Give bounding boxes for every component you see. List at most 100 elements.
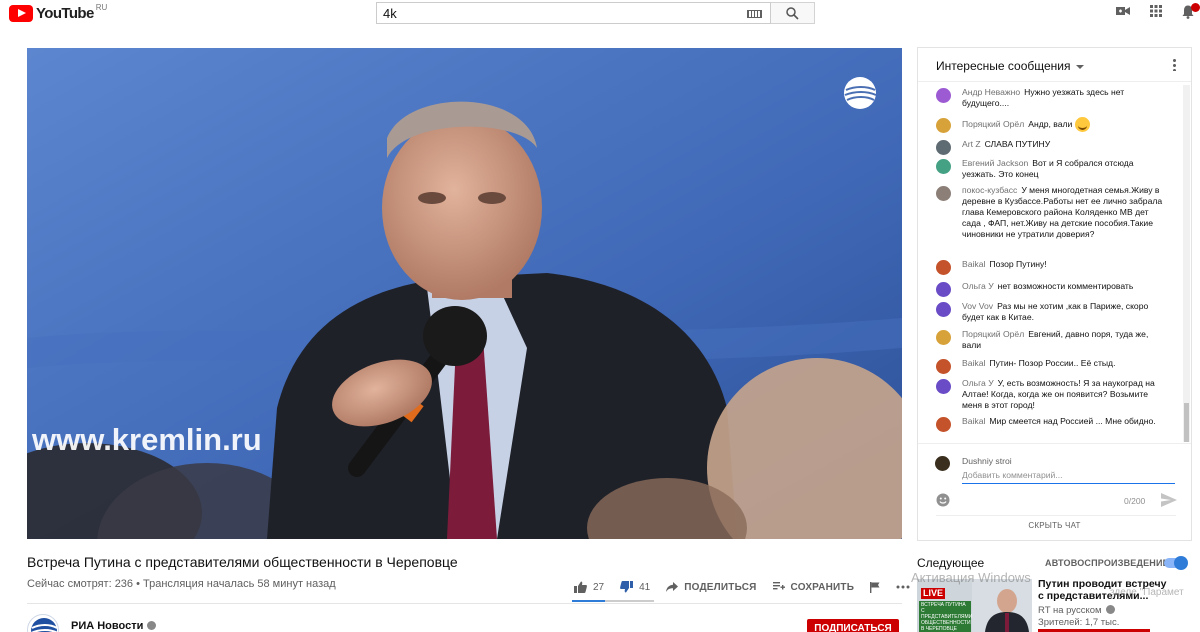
sentiment-bar-likes	[572, 600, 605, 602]
emoji-picker-icon[interactable]	[936, 493, 950, 507]
chat-author[interactable]: Поряцкий Орёл	[962, 119, 1024, 129]
chat-author[interactable]: Baikal	[962, 416, 985, 426]
video-player[interactable]: www.kremlin.ru	[27, 48, 902, 539]
up-next-channel-name: RT на русском	[1038, 605, 1102, 616]
chat-mode-label: Интересные сообщения	[936, 59, 1071, 73]
channel-name[interactable]: РИА Новости	[71, 620, 157, 632]
share-label: Поделиться	[684, 581, 757, 593]
chat-message: Ольга У У, есть возможность! Я за наукогр…	[936, 378, 1164, 411]
chat-scrollbar[interactable]	[1183, 85, 1190, 442]
live-chat: Интересные сообщения Андр Неважно Нужно у…	[917, 47, 1192, 541]
current-user-avatar	[935, 456, 950, 471]
grinning-emoji-icon	[1074, 117, 1090, 132]
chat-author[interactable]: Ольга У	[962, 281, 994, 291]
author-avatar	[936, 140, 951, 155]
video-frame: www.kremlin.ru	[27, 48, 902, 539]
autoplay-toggle-knob	[1174, 556, 1188, 570]
live-badge: LIVE	[921, 588, 946, 599]
windows-activation-watermark: Активация Windows	[911, 570, 1031, 585]
up-next-heading: Следующее	[917, 556, 985, 570]
youtube-logo-icon	[9, 5, 33, 22]
logo-text: YouTube	[36, 5, 94, 22]
chevron-down-icon	[1075, 64, 1084, 69]
video-meta: Сейчас смотрят: 236 • Трансляция началас…	[27, 578, 336, 590]
dislike-button[interactable]: 41	[620, 581, 650, 593]
masthead: YouTube RU 4k	[0, 0, 1200, 28]
chat-scrollbar-thumb[interactable]	[1184, 403, 1189, 442]
kremlin-watermark: www.kremlin.ru	[31, 422, 262, 457]
keyboard-icon[interactable]	[747, 10, 762, 18]
chat-author[interactable]: покос-кузбасс	[962, 185, 1017, 195]
char-counter: 0/200	[1124, 496, 1146, 506]
chat-text: СЛАВА ПУТИНУ	[984, 139, 1051, 149]
chat-text: Позор Путину!	[989, 259, 1047, 269]
author-avatar	[936, 260, 951, 275]
video-actions: 27 41 Поделиться Сохранить	[574, 577, 926, 597]
chat-text: Андр, вали	[1028, 118, 1073, 129]
chat-message: Поряцкий Орёл Евгений, давно поря, туда ж…	[936, 329, 1164, 351]
author-avatar	[936, 88, 951, 103]
chat-message-input[interactable]: Добавить комментарий...	[962, 470, 1175, 484]
youtube-logo[interactable]: YouTube RU	[9, 3, 108, 22]
verified-icon	[147, 621, 157, 630]
more-horizontal-icon	[896, 585, 910, 589]
chat-message: Art Z СЛАВА ПУТИНУ	[936, 139, 1164, 155]
chat-message: Baikal Позор Путину!	[936, 259, 1164, 275]
chat-messages[interactable]: Андр Неважно Нужно уезжать здесь нет буду…	[918, 85, 1181, 442]
search-button[interactable]	[771, 2, 815, 24]
up-next-thumbnail[interactable]: LIVE ВСТРЕЧА ПУТИНА С ПРЕДСТАВИТЕЛЯМИ ОБ…	[917, 579, 1032, 632]
chat-header: Интересные сообщения	[918, 48, 1191, 82]
chat-message: Baikal Путин- Позор России.. Её стыд.	[936, 358, 1164, 374]
chat-author[interactable]: Ольга У	[962, 378, 994, 388]
chat-text: Путин- Позор России.. Её стыд.	[989, 358, 1116, 368]
chat-author[interactable]: Baikal	[962, 358, 985, 368]
chat-menu-icon[interactable]	[1173, 58, 1176, 71]
save-button[interactable]: Сохранить	[772, 581, 855, 593]
hide-chat-button[interactable]: Скрыть чат	[918, 521, 1191, 530]
notification-count-badge	[1191, 3, 1200, 12]
author-avatar	[936, 282, 951, 297]
chat-message: Поряцкий Орёл Андр, вали	[936, 117, 1164, 133]
author-avatar	[936, 330, 951, 345]
author-avatar	[936, 359, 951, 374]
chat-message: Андр Неважно Нужно уезжать здесь нет буду…	[936, 87, 1164, 109]
windows-activation-watermark-hint: зделе "Парамет	[1110, 587, 1184, 598]
save-label: Сохранить	[790, 581, 855, 593]
author-avatar	[936, 417, 951, 432]
channel-avatar[interactable]	[27, 614, 59, 632]
chat-author[interactable]: Евгений Jackson	[962, 158, 1028, 168]
chat-author[interactable]: Vov Vov	[962, 301, 993, 311]
apps-grid-icon[interactable]	[1150, 5, 1162, 17]
chat-author[interactable]: Поряцкий Орёл	[962, 329, 1024, 339]
author-avatar	[936, 186, 951, 201]
subscribe-button[interactable]: Подписаться	[807, 619, 899, 632]
author-avatar	[936, 118, 951, 133]
playlist-add-icon	[772, 582, 785, 590]
like-count: 27	[593, 581, 605, 593]
chat-message: Vov Vov Раз мы не хотим ,как в Париже, ск…	[936, 301, 1164, 323]
send-icon[interactable]	[1161, 493, 1177, 507]
divider	[936, 515, 1176, 516]
more-actions-button[interactable]	[896, 585, 910, 589]
chat-mode-dropdown[interactable]: Интересные сообщения	[936, 59, 1084, 73]
autoplay-toggle[interactable]	[1164, 556, 1188, 570]
dislike-count: 41	[639, 581, 651, 593]
report-button[interactable]	[870, 581, 880, 593]
like-button[interactable]: 27	[574, 581, 604, 593]
chat-message: покос-кузбасс У меня многодетная семья.Жи…	[936, 185, 1164, 240]
chat-author[interactable]: Art Z	[962, 139, 981, 149]
search-box[interactable]: 4k	[376, 2, 771, 24]
search-icon	[786, 7, 799, 20]
chat-author[interactable]: Андр Неважно	[962, 87, 1020, 97]
chat-author[interactable]: Baikal	[962, 259, 985, 269]
up-next-views: Зрителей: 1,7 тыс.	[1038, 617, 1120, 628]
up-next-channel[interactable]: RT на русском	[1038, 604, 1115, 616]
search-input[interactable]: 4k	[383, 6, 397, 21]
chat-input-area: Dushniy stroi Добавить комментарий... 0/…	[918, 443, 1191, 540]
thumbs-up-icon	[574, 581, 587, 593]
share-button[interactable]: Поделиться	[666, 582, 756, 593]
create-video-icon[interactable]	[1116, 5, 1130, 17]
share-icon	[666, 582, 679, 592]
author-avatar	[936, 302, 951, 317]
logo-region: RU	[95, 3, 108, 12]
